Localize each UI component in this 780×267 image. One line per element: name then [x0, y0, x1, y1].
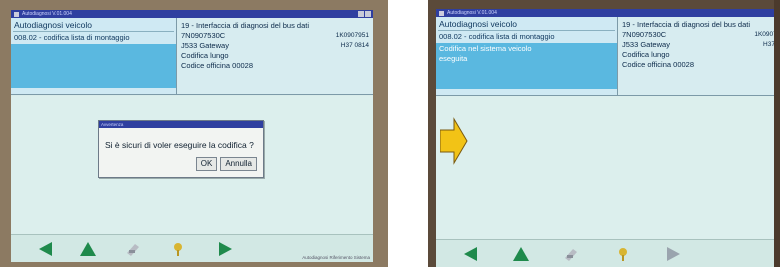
status-line: eseguita	[439, 54, 468, 63]
panel-header: Autodiagnosi veicolo	[14, 20, 92, 30]
up-arrow-icon[interactable]	[79, 241, 97, 257]
monitor-bezel	[774, 0, 780, 267]
cancel-button[interactable]: Annulla	[220, 157, 257, 171]
dialog-message: Si è sicuri di voler eseguire la codific…	[105, 140, 254, 150]
app-icon	[14, 11, 19, 17]
close-button[interactable]	[365, 11, 371, 17]
info-line: J533 Gateway H37 0814	[181, 41, 369, 51]
photo-right: Autodiagnosi V.01.004 Autodiagnosi veico…	[428, 0, 780, 267]
info-line: Codifica lungo	[181, 51, 369, 61]
forward-arrow-icon[interactable]	[216, 241, 234, 257]
status-bar-text: Autodiagnosi Riferimento Sistema	[302, 255, 370, 260]
part-number-alt: 1K0907951	[335, 32, 369, 39]
function-panel: Autodiagnosi veicolo 008.02 - codifica l…	[11, 18, 177, 95]
panel-header: Autodiagnosi veicolo	[439, 19, 517, 29]
info-line: 7N0907530C 1K090795	[622, 30, 780, 40]
info-line: 19 - Interfaccia di diagnosi del bus dat…	[622, 20, 780, 30]
workshop-code: Codice officina 00028	[622, 60, 694, 69]
part-number: 7N0907530C	[181, 31, 226, 40]
status-area	[11, 44, 176, 88]
nav-toolbar	[436, 239, 780, 267]
window-controls	[358, 11, 371, 17]
coding-type: Codifica lungo	[181, 51, 229, 60]
info-line: 19 - Interfaccia di diagnosi del bus dat…	[181, 21, 369, 31]
back-arrow-icon[interactable]	[462, 246, 480, 262]
window-title: Autodiagnosi V.01.004	[22, 11, 72, 17]
part-number: 7N0907530C	[622, 30, 667, 39]
window-titlebar: Autodiagnosi V.01.004	[11, 10, 373, 18]
nav-toolbar: Autodiagnosi Riferimento Sistema	[11, 234, 373, 262]
info-line: Codifica lungo	[622, 50, 780, 60]
component-name: J533 Gateway	[181, 41, 229, 50]
diagnostic-screen-right: Autodiagnosi V.01.004 Autodiagnosi veico…	[436, 9, 780, 267]
control-unit-info: 19 - Interfaccia di diagnosi del bus dat…	[177, 18, 373, 95]
app-icon	[439, 10, 444, 16]
coding-type: Codifica lungo	[622, 50, 670, 59]
component-name: J533 Gateway	[622, 40, 670, 49]
info-line: 7N0907530C 1K0907951	[181, 31, 369, 41]
confirm-dialog: Avvertenza Si è sicuri di voler eseguire…	[98, 120, 264, 178]
print-icon[interactable]	[124, 241, 142, 257]
forward-arrow-icon[interactable]	[664, 246, 682, 262]
status-area: Codifica nel sistema veicolo eseguita	[436, 43, 617, 89]
workshop-code: Codice officina 00028	[181, 61, 253, 70]
minimize-button[interactable]	[358, 11, 364, 17]
help-icon[interactable]	[169, 241, 187, 257]
up-arrow-icon[interactable]	[512, 246, 530, 262]
yellow-arrow-icon	[440, 117, 468, 165]
bus-interface-label: 19 - Interfaccia di diagnosi del bus dat…	[181, 21, 309, 30]
bus-interface-label: 19 - Interfaccia di diagnosi del bus dat…	[622, 20, 750, 29]
function-item[interactable]: 008.02 - codifica lista di montaggio	[436, 31, 617, 41]
dialog-title: Avvertenza	[99, 121, 263, 128]
back-arrow-icon[interactable]	[37, 241, 55, 257]
window-titlebar: Autodiagnosi V.01.004	[436, 9, 780, 17]
diagnostic-screen-left: Autodiagnosi V.01.004 Autodiagnosi veico…	[11, 10, 373, 262]
info-line: Codice officina 00028	[181, 61, 369, 71]
workspace	[436, 97, 780, 239]
help-icon[interactable]	[614, 246, 632, 262]
control-unit-info: 19 - Interfaccia di diagnosi del bus dat…	[618, 17, 780, 96]
dialog-buttons: OK Annulla	[195, 157, 257, 171]
function-item[interactable]: 008.02 - codifica lista di montaggio	[11, 32, 176, 42]
info-line: Codice officina 00028	[622, 60, 780, 70]
function-panel: Autodiagnosi veicolo 008.02 - codifica l…	[436, 17, 618, 96]
info-line: J533 Gateway H37 08	[622, 40, 780, 50]
print-icon[interactable]	[562, 246, 580, 262]
window-title: Autodiagnosi V.01.004	[447, 10, 497, 16]
photo-left: Autodiagnosi V.01.004 Autodiagnosi veico…	[0, 0, 388, 267]
status-line: Codifica nel sistema veicolo	[439, 44, 532, 53]
software-version: H37 0814	[340, 42, 369, 49]
ok-button[interactable]: OK	[195, 157, 218, 171]
